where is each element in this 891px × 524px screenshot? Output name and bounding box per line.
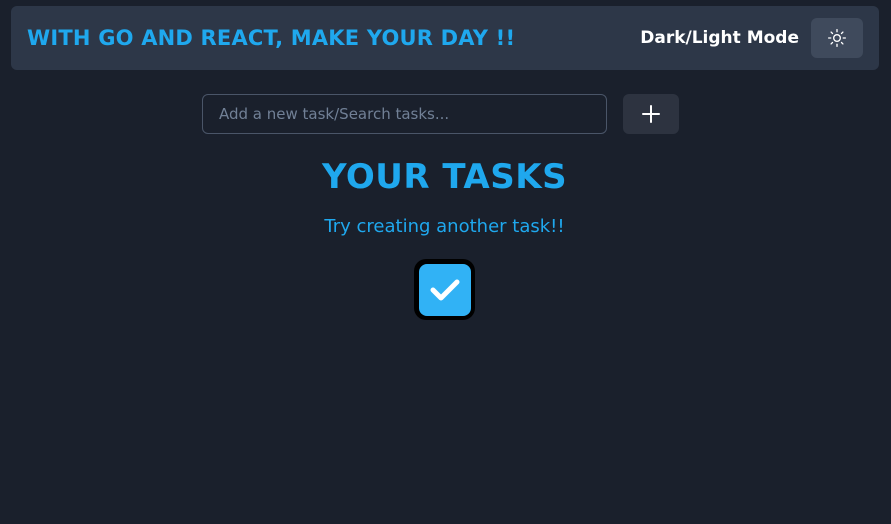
- theme-mode-label: Dark/Light Mode: [640, 28, 799, 48]
- task-input[interactable]: [202, 94, 607, 134]
- sun-icon: [828, 29, 846, 47]
- empty-state-message: Try creating another task!!: [324, 216, 565, 237]
- check-icon: [430, 279, 459, 300]
- add-task-button[interactable]: [623, 94, 679, 134]
- tasks-heading: YOUR TASKS: [321, 157, 568, 197]
- app-title: WITH GO AND REACT, MAKE YOUR DAY !!: [27, 26, 516, 50]
- task-form: [202, 94, 679, 134]
- check-square-icon: [414, 259, 475, 320]
- check-square-inner: [418, 263, 471, 316]
- nav-actions: Dark/Light Mode: [640, 18, 863, 58]
- theme-toggle-button[interactable]: [811, 18, 863, 58]
- plus-icon: [642, 105, 660, 123]
- navbar: WITH GO AND REACT, MAKE YOUR DAY !! Dark…: [11, 6, 879, 70]
